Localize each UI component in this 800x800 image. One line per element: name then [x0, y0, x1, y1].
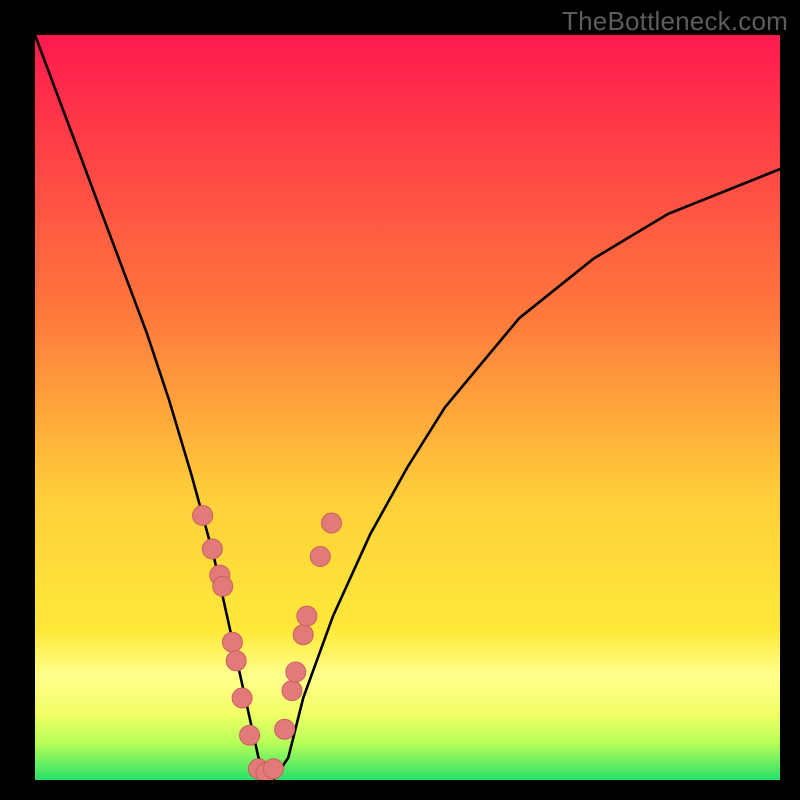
data-point	[226, 651, 246, 671]
data-point	[282, 681, 302, 701]
data-point	[275, 719, 295, 739]
data-point	[202, 539, 222, 559]
data-point	[240, 725, 260, 745]
data-point	[286, 662, 306, 682]
data-point	[322, 513, 342, 533]
data-point	[263, 759, 283, 779]
data-point	[293, 625, 313, 645]
data-point	[193, 506, 213, 526]
data-point	[310, 547, 330, 567]
data-point	[232, 688, 252, 708]
watermark-text: TheBottleneck.com	[562, 6, 788, 37]
data-point	[213, 576, 233, 596]
plot-area	[35, 35, 780, 780]
data-point	[222, 632, 242, 652]
bottleneck-chart	[35, 35, 780, 780]
gradient-background	[35, 35, 780, 780]
chart-frame: TheBottleneck.com	[0, 0, 800, 800]
data-point	[297, 606, 317, 626]
